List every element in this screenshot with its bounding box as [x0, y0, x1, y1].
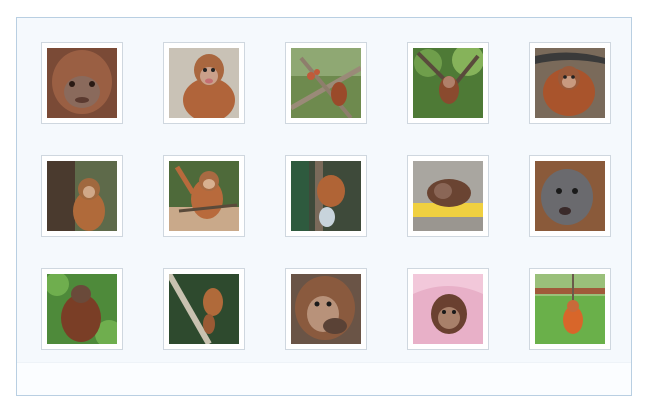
- orangutan-photo-9: [413, 161, 483, 231]
- thumbnail-4[interactable]: [407, 42, 489, 124]
- orangutan-photo-11: [47, 274, 117, 344]
- thumbnail-7[interactable]: [163, 155, 245, 237]
- orangutan-photo-14: [413, 274, 483, 344]
- orangutan-photo-1: [47, 48, 117, 118]
- orangutan-photo-6: [47, 161, 117, 231]
- thumbnail-15[interactable]: [529, 268, 611, 350]
- orangutan-photo-10: [535, 161, 605, 231]
- thumbnail-8[interactable]: [285, 155, 367, 237]
- orangutan-photo-3: [291, 48, 361, 118]
- orangutan-photo-15: [535, 274, 605, 344]
- thumbnail-3[interactable]: [285, 42, 367, 124]
- orangutan-photo-8: [291, 161, 361, 231]
- thumbnail-6[interactable]: [41, 155, 123, 237]
- thumbnail-2[interactable]: [163, 42, 245, 124]
- orangutan-photo-2: [169, 48, 239, 118]
- orangutan-photo-7: [169, 161, 239, 231]
- thumbnail-11[interactable]: [41, 268, 123, 350]
- thumbnail-grid: [41, 42, 611, 350]
- gallery-footer-bar: [17, 362, 631, 395]
- orangutan-photo-12: [169, 274, 239, 344]
- thumbnail-14[interactable]: [407, 268, 489, 350]
- thumbnail-12[interactable]: [163, 268, 245, 350]
- thumbnail-1[interactable]: [41, 42, 123, 124]
- orangutan-photo-5: [535, 48, 605, 118]
- thumbnail-13[interactable]: [285, 268, 367, 350]
- image-gallery-panel: [16, 17, 632, 396]
- orangutan-photo-4: [413, 48, 483, 118]
- orangutan-photo-13: [291, 274, 361, 344]
- thumbnail-5[interactable]: [529, 42, 611, 124]
- thumbnail-10[interactable]: [529, 155, 611, 237]
- thumbnail-9[interactable]: [407, 155, 489, 237]
